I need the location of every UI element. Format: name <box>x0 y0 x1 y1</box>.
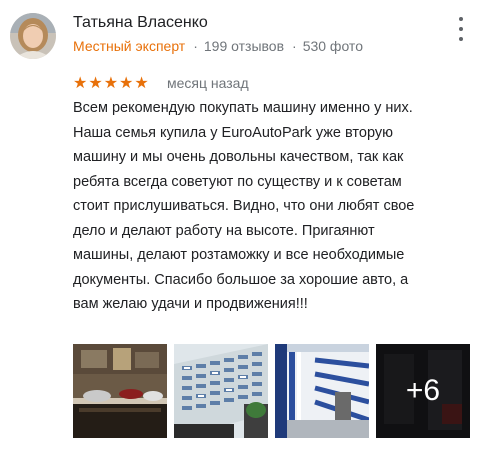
more-vertical-icon[interactable] <box>454 16 468 42</box>
review-text-line: Наша семья купила у EuroAutoPark уже вто… <box>73 124 393 141</box>
author-name[interactable]: Татьяна Власенко <box>73 14 208 32</box>
local-guide-badge[interactable]: Местный эксперт <box>73 38 185 54</box>
author-avatar[interactable] <box>10 13 56 59</box>
review-text-line: машину и мы очень довольны качеством, та… <box>73 149 404 165</box>
review-photo-showroom-models[interactable] <box>73 344 167 438</box>
review-photo-plates-wall[interactable] <box>174 344 268 438</box>
meta-separator: · <box>292 38 297 54</box>
review-text-line: документы. Спасибо большое за хорошие ав… <box>73 271 409 288</box>
author-meta: Местный эксперт · 199 отзывов · 530 фото <box>73 38 363 54</box>
reviews-count: 199 отзывов <box>203 38 285 54</box>
more-photos-count[interactable]: +6 <box>376 344 470 438</box>
review-text-line: дело и делают работу на высоте. Пригаяню… <box>73 222 375 239</box>
star-rating: ★★★★★ <box>73 75 150 92</box>
review-photo-more[interactable]: +6 <box>376 344 470 438</box>
review-text-line: Всем рекомендую покупать машину именно у… <box>73 100 413 116</box>
review-text-line: машины, делают розтаможку и все необходи… <box>73 247 405 263</box>
meta-separator: · <box>193 38 198 54</box>
review-text-line: ребята всегда советуют по существу и к с… <box>73 173 402 190</box>
review-text: Всем рекомендую покупать машину именно у… <box>73 96 493 317</box>
photos-count: 530 фото <box>302 38 363 54</box>
review-card: Татьяна Власенко Местный эксперт · 199 отз… <box>0 0 500 449</box>
review-text-line: вам желаю удачи и продвижения!!! <box>73 296 308 312</box>
review-date: месяц назад <box>167 75 249 91</box>
review-text-line: стоит прислушиваться. Видно, что они люб… <box>73 198 415 214</box>
review-photo-hallway[interactable] <box>275 344 369 438</box>
